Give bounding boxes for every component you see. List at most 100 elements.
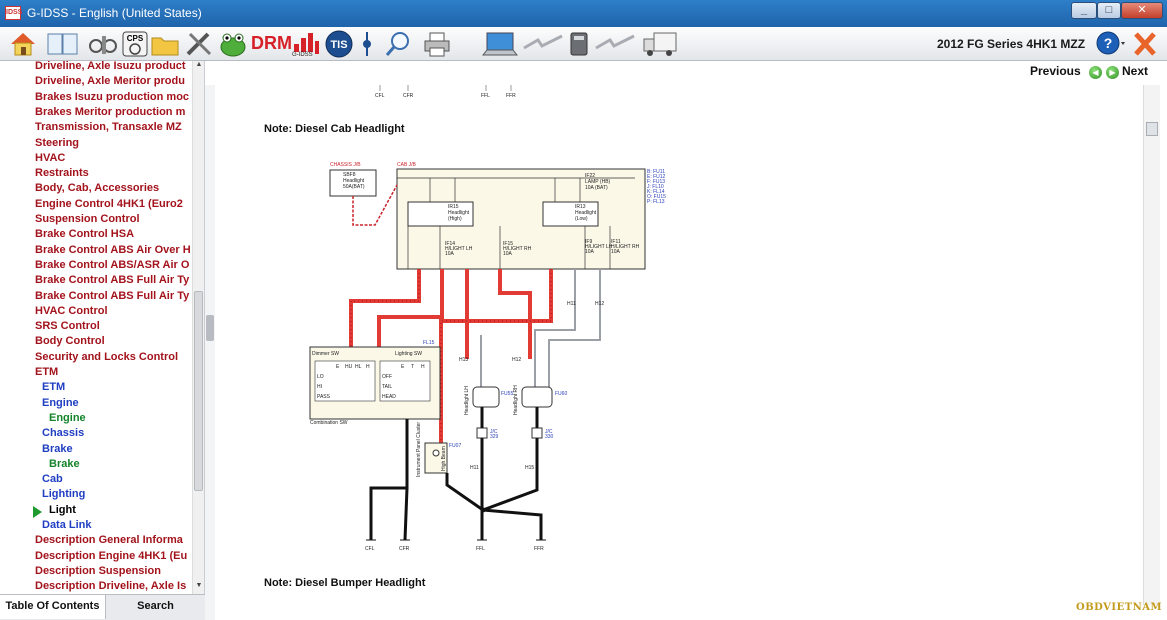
sidebar-item[interactable]: Brake Control ABS/ASR Air O: [35, 258, 192, 273]
sidebar-item[interactable]: Cab: [42, 472, 192, 487]
sidebar-item[interactable]: Security and Locks Control: [35, 350, 192, 365]
sidebar-item[interactable]: Steering: [35, 136, 192, 151]
search-button[interactable]: [384, 30, 412, 58]
vci-device-button[interactable]: [568, 30, 590, 58]
sidebar-item[interactable]: Lighting: [42, 487, 192, 502]
home-icon: [11, 33, 35, 56]
sidebar: Driveline, Axle Isuzu product Driveline, …: [0, 61, 205, 620]
svg-text:330: 330: [545, 434, 554, 440]
sidebar-item[interactable]: Description Engine 4HK1 (Eu: [35, 549, 192, 564]
sidebar-item[interactable]: HVAC Control: [35, 304, 192, 319]
sidebar-item[interactable]: Brake: [42, 442, 192, 457]
sidebar-tabs: Table Of Contents Search: [0, 594, 205, 620]
sidebar-scrollbar[interactable]: ▲ ▼: [192, 61, 204, 594]
minimize-button[interactable]: _: [1071, 2, 1097, 19]
svg-text:329: 329: [490, 434, 499, 440]
exit-button[interactable]: [1132, 30, 1158, 58]
sidebar-item[interactable]: Description General Informa: [35, 533, 192, 548]
drm-button[interactable]: DRM: [251, 30, 292, 58]
sidebar-item[interactable]: Brakes Isuzu production moc: [35, 90, 192, 105]
high-beam-indicator-icon: [432, 449, 440, 457]
svg-text:CFR: CFR: [399, 546, 410, 552]
sidebar-item[interactable]: Restraints: [35, 166, 192, 181]
cps-button[interactable]: CPS: [122, 30, 148, 58]
sidebar-item[interactable]: Description Driveline, Axle Is: [35, 579, 192, 594]
sidebar-item[interactable]: Engine: [42, 396, 192, 411]
dimmer-switch-table: E HU HL H LO HI PASS: [314, 360, 376, 402]
next-arrow-icon[interactable]: ▶: [1106, 66, 1119, 79]
svg-text:Lighting SW: Lighting SW: [395, 351, 422, 357]
next-label[interactable]: Next: [1122, 64, 1148, 78]
sidebar-item[interactable]: Brakes Meritor production m: [35, 105, 192, 120]
content-scrollbar[interactable]: [1143, 85, 1160, 605]
sidebar-item[interactable]: Driveline, Axle Isuzu product: [35, 61, 192, 74]
lighting-switch-table: E T H OFF TAIL HEAD: [379, 360, 431, 402]
tab-table-of-contents[interactable]: Table Of Contents: [0, 595, 106, 619]
previous-arrow-icon[interactable]: ◀: [1089, 66, 1102, 79]
open-folder-button[interactable]: [150, 30, 180, 58]
sidebar-item[interactable]: ETM: [35, 365, 192, 380]
diagnostics-button[interactable]: [88, 30, 120, 58]
sidebar-item[interactable]: Data Link: [42, 518, 192, 533]
sidebar-item[interactable]: Engine Control 4HK1 (Euro2: [35, 197, 192, 212]
sidebar-item[interactable]: Description Suspension: [35, 564, 192, 579]
tis-button[interactable]: TIS: [323, 30, 355, 58]
svg-text:T: T: [411, 364, 414, 370]
folder-icon: [151, 37, 179, 56]
sidebar-item[interactable]: Engine: [49, 411, 192, 426]
cps-label: CPS: [127, 34, 144, 43]
sidebar-item[interactable]: HVAC: [35, 151, 192, 166]
sidebar-item[interactable]: Brake Control ABS Air Over H: [35, 243, 192, 258]
svg-text:(Low): (Low): [575, 216, 588, 222]
top-ground-stubs: [379, 85, 512, 91]
tab-search[interactable]: Search: [106, 595, 205, 619]
selected-arrow-icon: [33, 506, 42, 518]
note-bumper-headlight: Note: Diesel Bumper Headlight: [264, 577, 426, 589]
print-button[interactable]: [422, 30, 452, 58]
navigation-bar: Previous ◀ ▶ Next: [205, 61, 1167, 85]
tools-button[interactable]: [184, 30, 214, 58]
sidebar-item[interactable]: SRS Control: [35, 319, 192, 334]
headlight-lh: [472, 386, 500, 408]
sidebar-item[interactable]: Driveline, Axle Meritor produ: [35, 74, 192, 89]
pin-button[interactable]: [358, 30, 376, 58]
reports-button[interactable]: G-IDSS: [292, 30, 320, 58]
title-bar[interactable]: IDSS G-IDSS - English (United States) _ …: [0, 0, 1167, 27]
sidebar-item[interactable]: Light: [49, 503, 192, 518]
previous-label[interactable]: Previous: [1030, 64, 1081, 78]
sidebar-item[interactable]: Brake Control HSA: [35, 227, 192, 242]
sidebar-scroll-thumb[interactable]: [194, 291, 203, 491]
svg-text:FU55: FU55: [501, 391, 513, 397]
connection-indicator-2: [594, 30, 636, 58]
home-button[interactable]: [8, 30, 38, 58]
sidebar-item[interactable]: Brake: [49, 457, 192, 472]
truck-icon: [643, 32, 677, 56]
scroll-up-icon[interactable]: ▲: [193, 61, 205, 73]
sidebar-item[interactable]: Body, Cab, Accessories: [35, 181, 192, 196]
sidebar-item[interactable]: Brake Control ABS Full Air Ty: [35, 273, 192, 288]
scroll-down-icon[interactable]: ▼: [193, 582, 205, 594]
sidebar-item[interactable]: Brake Control ABS Full Air Ty: [35, 289, 192, 304]
maximize-button[interactable]: □: [1097, 2, 1121, 19]
svg-text:H11: H11: [567, 301, 576, 307]
svg-text:HU: HU: [345, 364, 353, 370]
sidebar-item[interactable]: Suspension Control: [35, 212, 192, 227]
svg-text:P: FL13: P: FL13: [647, 199, 665, 205]
sidebar-item[interactable]: Body Control: [35, 334, 192, 349]
drm-label: DRM: [251, 33, 292, 53]
content-scroll-thumb[interactable]: [1146, 122, 1158, 136]
sidebar-item[interactable]: Transmission, Transaxle MZ: [35, 120, 192, 135]
help-button[interactable]: ?: [1096, 30, 1126, 58]
laptop-button[interactable]: [481, 30, 519, 58]
svg-text:HEAD: HEAD: [382, 394, 396, 400]
svg-text:10A: 10A: [445, 251, 455, 257]
stethoscope-icon: [89, 36, 117, 54]
sidebar-item[interactable]: ETM: [42, 380, 192, 395]
splitter-grip[interactable]: [206, 315, 214, 341]
vehicle-button[interactable]: [642, 30, 678, 58]
close-window-button[interactable]: ✕: [1121, 2, 1163, 19]
frog-button[interactable]: [218, 30, 248, 58]
manual-button[interactable]: [46, 30, 80, 58]
panel-splitter[interactable]: [205, 85, 215, 620]
sidebar-item[interactable]: Chassis: [42, 426, 192, 441]
